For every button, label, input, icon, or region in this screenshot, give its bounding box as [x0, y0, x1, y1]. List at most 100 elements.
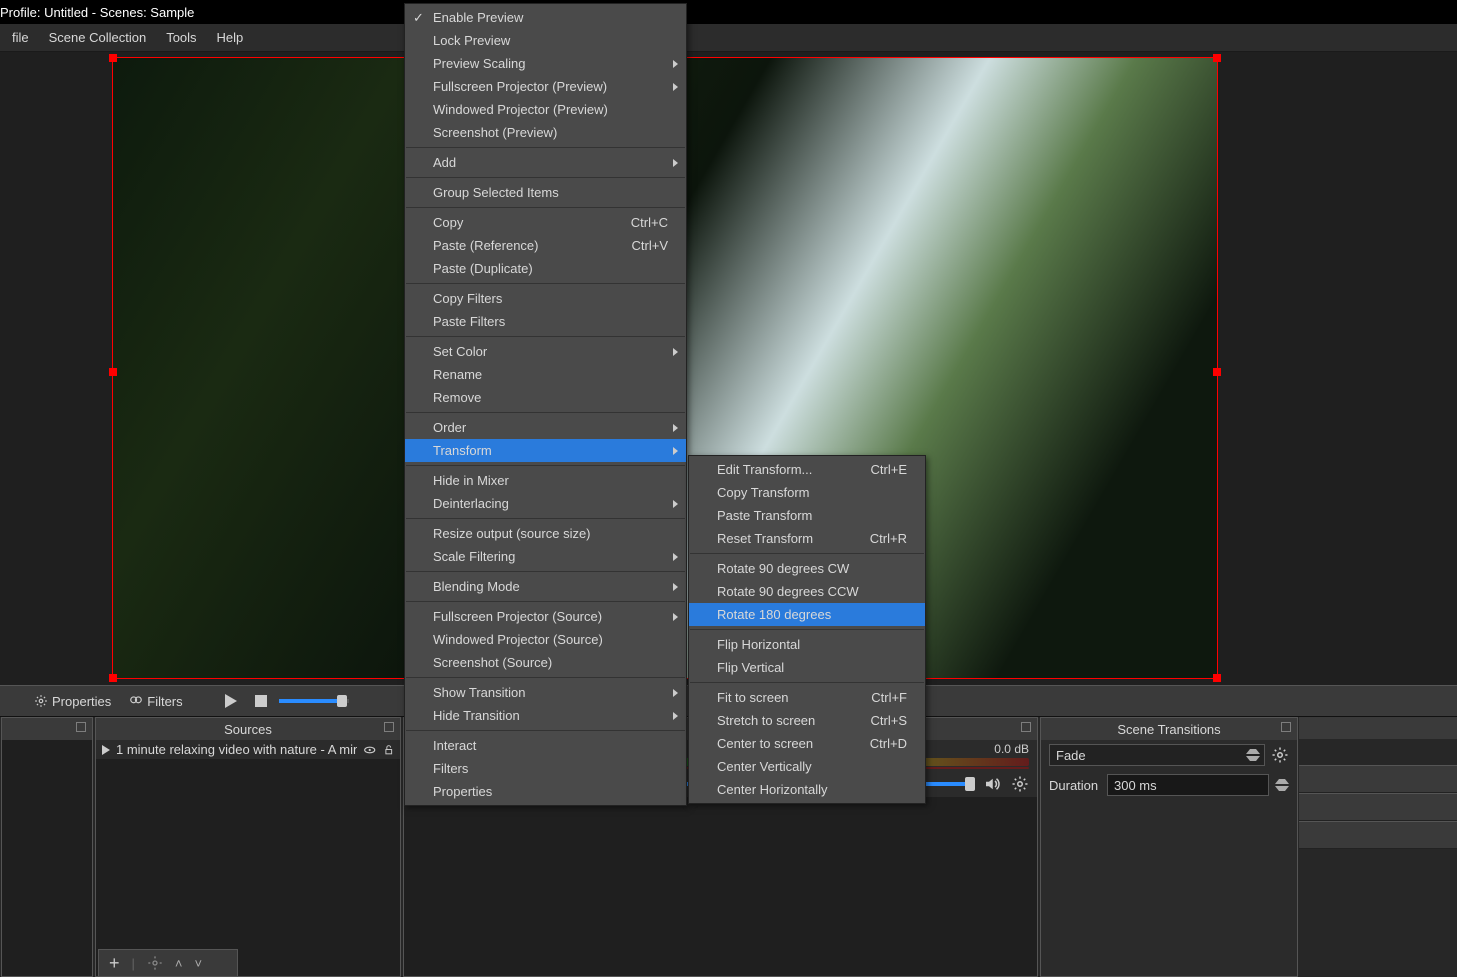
menu-file[interactable]: file	[2, 26, 39, 49]
menu-item-fullscreen-projector-source-[interactable]: Fullscreen Projector (Source)	[405, 605, 686, 628]
stop-button[interactable]	[249, 693, 273, 709]
control-button-3[interactable]	[1299, 821, 1457, 849]
properties-button[interactable]: Properties	[28, 692, 117, 711]
gear-icon[interactable]	[1011, 775, 1029, 793]
menu-item-center-horizontally[interactable]: Center Horizontally	[689, 778, 925, 801]
menu-item-reset-transform[interactable]: Reset TransformCtrl+R	[689, 527, 925, 550]
menu-item-transform[interactable]: Transform	[405, 439, 686, 462]
menu-item-blending-mode[interactable]: Blending Mode	[405, 575, 686, 598]
gear-icon[interactable]	[147, 955, 163, 971]
filters-button[interactable]: Filters	[123, 692, 188, 711]
popup-icon[interactable]	[1021, 722, 1031, 732]
transitions-header: Scene Transitions	[1041, 718, 1297, 740]
menu-item-deinterlacing[interactable]: Deinterlacing	[405, 492, 686, 515]
playback-slider[interactable]	[279, 699, 349, 703]
menu-item-edit-transform-[interactable]: Edit Transform...Ctrl+E	[689, 458, 925, 481]
menu-item-group-selected-items[interactable]: Group Selected Items	[405, 181, 686, 204]
title-text: Profile: Untitled - Scenes: Sample	[0, 5, 194, 20]
speaker-icon[interactable]	[983, 775, 1001, 793]
menu-item-copy-transform[interactable]: Copy Transform	[689, 481, 925, 504]
down-icon[interactable]: ˅	[195, 956, 203, 971]
filters-label: Filters	[147, 694, 182, 709]
menu-item-properties[interactable]: Properties	[405, 780, 686, 803]
menu-item-fit-to-screen[interactable]: Fit to screenCtrl+F	[689, 686, 925, 709]
menu-item-copy[interactable]: CopyCtrl+C	[405, 211, 686, 234]
lock-icon[interactable]	[383, 744, 395, 756]
menu-item-center-to-screen[interactable]: Center to screenCtrl+D	[689, 732, 925, 755]
menu-item-flip-horizontal[interactable]: Flip Horizontal	[689, 633, 925, 656]
menu-item-preview-scaling[interactable]: Preview Scaling	[405, 52, 686, 75]
menu-item-fullscreen-projector-preview-[interactable]: Fullscreen Projector (Preview)	[405, 75, 686, 98]
menu-item-center-vertically[interactable]: Center Vertically	[689, 755, 925, 778]
play-button[interactable]	[219, 692, 243, 710]
stop-icon	[255, 695, 267, 707]
menubar: file Scene Collection Tools Help	[0, 24, 1457, 52]
duration-value: 300 ms	[1114, 778, 1157, 793]
menu-item-paste-duplicate-: Paste (Duplicate)	[405, 257, 686, 280]
menu-item-order[interactable]: Order	[405, 416, 686, 439]
menu-tools[interactable]: Tools	[156, 26, 206, 49]
scenes-header	[2, 718, 92, 740]
media-icon	[102, 745, 110, 755]
menu-item-windowed-projector-preview-[interactable]: Windowed Projector (Preview)	[405, 98, 686, 121]
play-icon	[225, 694, 237, 708]
menu-item-remove[interactable]: Remove	[405, 386, 686, 409]
menu-item-scale-filtering[interactable]: Scale Filtering	[405, 545, 686, 568]
gear-icon[interactable]	[1271, 746, 1289, 764]
scene-transitions-panel: Scene Transitions Fade Duration 300 ms	[1040, 717, 1298, 977]
menu-item-filters[interactable]: Filters	[405, 757, 686, 780]
menu-item-copy-filters: Copy Filters	[405, 287, 686, 310]
eye-icon[interactable]	[363, 743, 376, 757]
menu-item-windowed-projector-source-[interactable]: Windowed Projector (Source)	[405, 628, 686, 651]
gear-icon	[34, 694, 48, 708]
titlebar: Profile: Untitled - Scenes: Sample	[0, 0, 1457, 24]
menu-item-screenshot-preview-[interactable]: Screenshot (Preview)	[405, 121, 686, 144]
menu-item-hide-in-mixer[interactable]: Hide in Mixer	[405, 469, 686, 492]
filter-icon	[129, 694, 143, 708]
menu-item-paste-filters: Paste Filters	[405, 310, 686, 333]
context-menu-preview: ✓Enable PreviewLock PreviewPreview Scali…	[404, 3, 687, 806]
control-button-2[interactable]	[1299, 793, 1457, 821]
menu-scene-collection[interactable]: Scene Collection	[39, 26, 157, 49]
menu-item-rotate-90-degrees-ccw[interactable]: Rotate 90 degrees CCW	[689, 580, 925, 603]
add-icon[interactable]: +	[109, 953, 120, 974]
popup-icon[interactable]	[1281, 722, 1291, 732]
submenu-transform: Edit Transform...Ctrl+ECopy TransformPas…	[688, 455, 926, 804]
menu-item-paste-reference-: Paste (Reference)Ctrl+V	[405, 234, 686, 257]
menu-help[interactable]: Help	[207, 26, 254, 49]
control-button-1[interactable]	[1299, 765, 1457, 793]
menu-item-stretch-to-screen[interactable]: Stretch to screenCtrl+S	[689, 709, 925, 732]
menu-item-screenshot-source-[interactable]: Screenshot (Source)	[405, 651, 686, 674]
source-label: 1 minute relaxing video with nature - A …	[116, 742, 357, 757]
menu-item-flip-vertical[interactable]: Flip Vertical	[689, 656, 925, 679]
popup-icon[interactable]	[384, 722, 394, 732]
transition-selected: Fade	[1056, 748, 1086, 763]
menu-item-add[interactable]: Add	[405, 151, 686, 174]
transitions-title: Scene Transitions	[1117, 722, 1220, 737]
sources-title: Sources	[224, 722, 272, 737]
controls-panel	[1299, 717, 1457, 977]
menu-item-lock-preview[interactable]: Lock Preview	[405, 29, 686, 52]
menu-item-show-transition[interactable]: Show Transition	[405, 681, 686, 704]
menu-item-interact: Interact	[405, 734, 686, 757]
duration-input[interactable]: 300 ms	[1107, 774, 1269, 796]
menu-item-hide-transition[interactable]: Hide Transition	[405, 704, 686, 727]
menu-item-resize-output-source-size-[interactable]: Resize output (source size)	[405, 522, 686, 545]
sources-tools: + | ˄ ˅	[98, 949, 238, 977]
menu-item-rotate-180-degrees[interactable]: Rotate 180 degrees	[689, 603, 925, 626]
duration-label: Duration	[1049, 778, 1101, 793]
menu-item-rename[interactable]: Rename	[405, 363, 686, 386]
source-item[interactable]: 1 minute relaxing video with nature - A …	[96, 740, 400, 759]
menu-item-set-color[interactable]: Set Color	[405, 340, 686, 363]
popup-icon[interactable]	[76, 722, 86, 732]
menu-item-enable-preview[interactable]: ✓Enable Preview	[405, 6, 686, 29]
up-icon[interactable]: ˄	[175, 956, 183, 971]
menu-item-rotate-90-degrees-cw[interactable]: Rotate 90 degrees CW	[689, 557, 925, 580]
sources-panel: Sources 1 minute relaxing video with nat…	[95, 717, 401, 977]
sources-header: Sources	[96, 718, 400, 740]
transition-select[interactable]: Fade	[1049, 744, 1265, 766]
properties-label: Properties	[52, 694, 111, 709]
scenes-panel	[1, 717, 93, 977]
menu-item-paste-transform: Paste Transform	[689, 504, 925, 527]
controls-header	[1299, 717, 1457, 739]
